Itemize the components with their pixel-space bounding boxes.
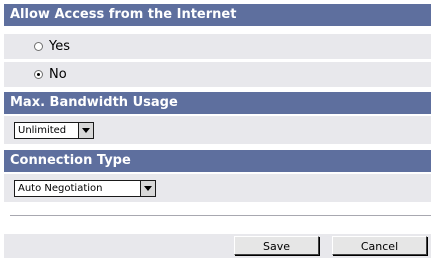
access-option-no-row[interactable]: No	[4, 62, 431, 87]
access-yes-radio[interactable]	[34, 42, 43, 51]
access-option-yes-row[interactable]: Yes	[4, 34, 431, 59]
access-no-radio[interactable]	[34, 70, 43, 79]
connection-select-value: Auto Negotiation	[18, 182, 103, 194]
chevron-down-icon[interactable]	[140, 180, 155, 196]
action-bar: Save Cancel	[4, 234, 431, 258]
save-button[interactable]: Save	[234, 236, 319, 255]
bandwidth-row: Unlimited	[4, 116, 431, 144]
access-section-header: Allow Access from the Internet	[4, 4, 431, 26]
cancel-button[interactable]: Cancel	[332, 236, 427, 255]
connection-row: Auto Negotiation	[4, 174, 431, 202]
bandwidth-select-value: Unlimited	[18, 124, 67, 136]
access-no-label[interactable]: No	[49, 67, 67, 82]
chevron-down-icon[interactable]	[78, 122, 93, 138]
access-yes-label[interactable]: Yes	[49, 39, 70, 54]
section-divider	[10, 215, 431, 216]
bandwidth-select[interactable]: Unlimited	[14, 121, 94, 139]
connection-select[interactable]: Auto Negotiation	[14, 179, 156, 197]
connection-section-header: Connection Type	[4, 150, 431, 172]
bandwidth-section-header: Max. Bandwidth Usage	[4, 92, 431, 114]
